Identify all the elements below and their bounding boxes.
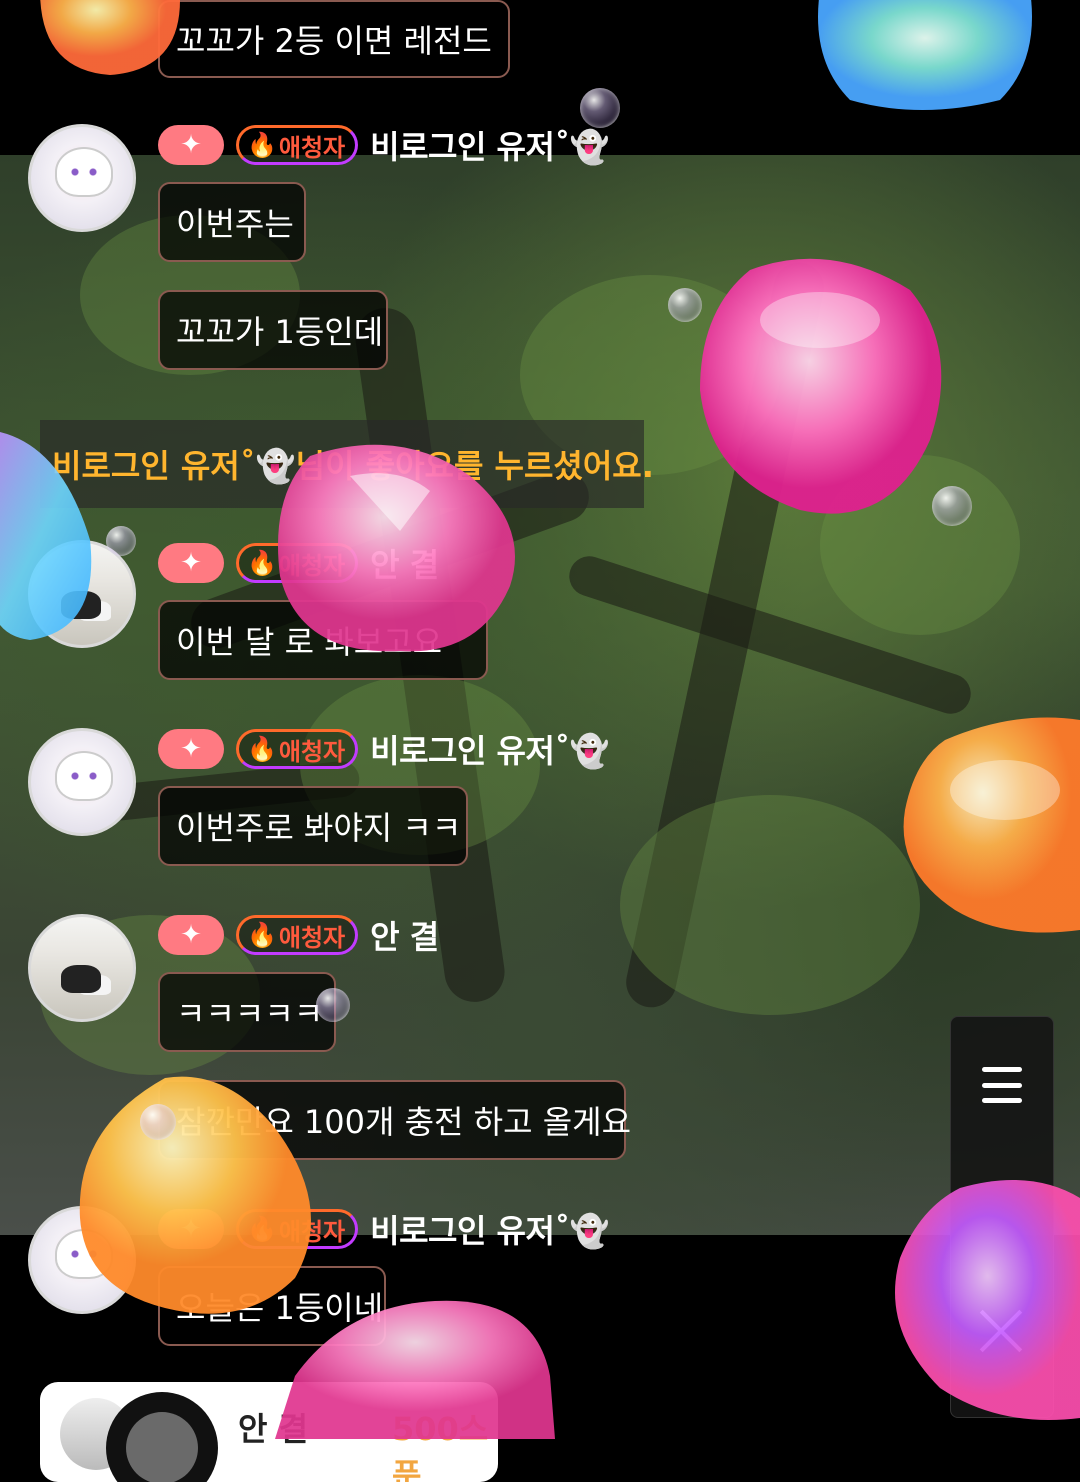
fan-badge-label: 애청자 bbox=[278, 551, 346, 580]
fan-badge: 🔥 애청자 bbox=[236, 543, 359, 583]
star-badge: ✦ bbox=[158, 543, 224, 583]
donor-name: 안 결 bbox=[238, 1410, 309, 1448]
nickname[interactable]: 비로그인 유저˚👻 bbox=[370, 1206, 610, 1252]
nickname[interactable]: 비로그인 유저˚👻 bbox=[370, 122, 610, 168]
star-icon: ✦ bbox=[180, 548, 202, 578]
avatar[interactable] bbox=[28, 540, 136, 648]
like-notice: 비로그인 유저˚👻님이 좋아요를 누르셨어요. bbox=[40, 420, 654, 508]
close-icon[interactable] bbox=[979, 1309, 1023, 1353]
avatar[interactable] bbox=[28, 124, 136, 232]
avatar[interactable] bbox=[28, 914, 136, 1022]
fan-badge: 🔥 애청자 bbox=[236, 1209, 359, 1249]
chat-header: ✦ 🔥 애청자 비로그인 유저˚👻 bbox=[158, 122, 610, 168]
hamburger-icon[interactable] bbox=[982, 1067, 1022, 1103]
star-badge: ✦ bbox=[158, 915, 224, 955]
avatar[interactable] bbox=[28, 1206, 136, 1314]
donation-card[interactable]: 안 결 500스푼 bbox=[40, 1382, 498, 1482]
avatar[interactable] bbox=[28, 728, 136, 836]
star-icon: ✦ bbox=[180, 1214, 202, 1244]
streamer-avatar bbox=[106, 1392, 218, 1482]
chat-message: ㅋㅋㅋㅋㅋ bbox=[158, 972, 336, 1052]
fire-icon: 🔥 bbox=[247, 735, 277, 763]
fan-badge-label: 애청자 bbox=[278, 1217, 346, 1246]
chat-message: 꼬꼬가 2등 이면 레전드 bbox=[158, 0, 510, 78]
star-icon: ✦ bbox=[180, 130, 202, 160]
ghost-icon: 👻 bbox=[569, 732, 610, 770]
fan-badge: 🔥 애청자 bbox=[236, 125, 359, 165]
star-icon: ✦ bbox=[180, 920, 202, 950]
chat-message: 이번주로 봐야지 ㅋㅋ bbox=[158, 786, 468, 866]
star-icon: ✦ bbox=[180, 734, 202, 764]
chat-message: 오늘은 1등이네 bbox=[158, 1266, 386, 1346]
side-menu bbox=[950, 1016, 1054, 1418]
fire-icon: 🔥 bbox=[247, 1215, 277, 1243]
ghost-icon: 👻 bbox=[569, 128, 610, 166]
chat-header: ✦ 🔥 애청자 안 결 bbox=[158, 912, 439, 958]
star-badge: ✦ bbox=[158, 125, 224, 165]
nickname[interactable]: 안 결 bbox=[370, 912, 439, 958]
chat-message: 이번주는 bbox=[158, 182, 306, 262]
chat-list: 꼬꼬가 2등 이면 레전드 ✦ 🔥 애청자 비로그인 유저˚👻 이번주는 꼬꼬가 … bbox=[0, 0, 1080, 1439]
fan-badge-label: 애청자 bbox=[278, 923, 346, 952]
nickname[interactable]: 안 결 bbox=[370, 540, 439, 586]
fire-icon: 🔥 bbox=[247, 921, 277, 949]
fire-icon: 🔥 bbox=[247, 549, 277, 577]
donation-amount: 500스푼 bbox=[392, 1410, 489, 1482]
fire-icon: 🔥 bbox=[247, 131, 277, 159]
chat-message: 잠깐만요 100개 충전 하고 올게요 bbox=[158, 1080, 631, 1160]
chat-header: ✦ 🔥 애청자 비로그인 유저˚👻 bbox=[158, 726, 610, 772]
ghost-icon: 👻 bbox=[569, 1212, 610, 1250]
fan-badge-label: 애청자 bbox=[278, 133, 346, 162]
nickname[interactable]: 비로그인 유저˚👻 bbox=[370, 726, 610, 772]
star-badge: ✦ bbox=[158, 729, 224, 769]
chat-header: ✦ 🔥 애청자 비로그인 유저˚👻 bbox=[158, 1206, 610, 1252]
chat-header: ✦ 🔥 애청자 안 결 bbox=[158, 540, 439, 586]
chat-message: 꼬꼬가 1등인데 bbox=[158, 290, 388, 370]
fan-badge: 🔥 애청자 bbox=[236, 729, 359, 769]
fan-badge: 🔥 애청자 bbox=[236, 915, 359, 955]
star-badge: ✦ bbox=[158, 1209, 224, 1249]
fan-badge-label: 애청자 bbox=[278, 737, 346, 766]
chat-message: 이번 달 로 봐보고요 bbox=[158, 600, 488, 680]
